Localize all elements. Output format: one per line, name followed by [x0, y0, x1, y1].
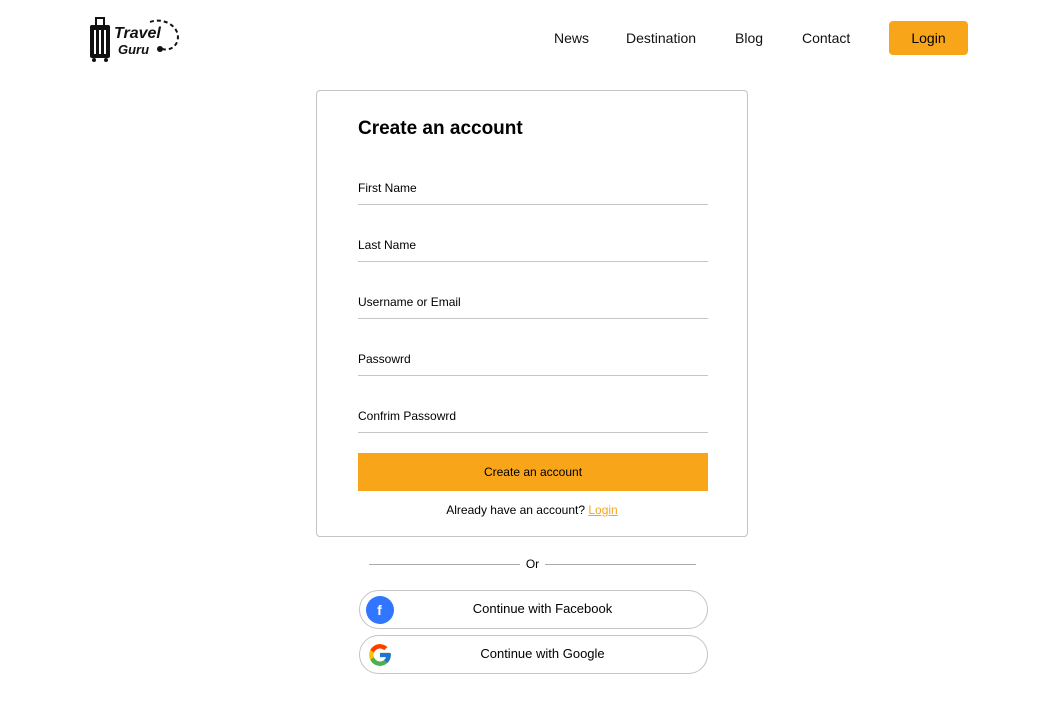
continue-with-google-button[interactable]: Continue with Google	[359, 635, 708, 674]
form-title: Create an account	[358, 118, 523, 139]
already-have-account-text: Already have an account?	[446, 503, 586, 517]
nav-contact[interactable]: Contact	[802, 29, 850, 47]
create-account-button[interactable]: Create an account	[358, 453, 708, 491]
divider-line-right	[545, 564, 696, 565]
nav-destination[interactable]: Destination	[626, 29, 696, 47]
first-name-field[interactable]: First Name	[358, 175, 708, 205]
confirm-password-field[interactable]: Confrim Passowrd	[358, 403, 708, 433]
logo-text-travel: Travel	[114, 25, 161, 42]
nav-blog[interactable]: Blog	[735, 29, 763, 47]
already-have-account: Already have an account? Login	[317, 503, 747, 517]
create-account-form: Create an account First Name Last Name U…	[316, 90, 748, 537]
first-name-placeholder: First Name	[358, 181, 417, 195]
password-placeholder: Passowrd	[358, 352, 411, 366]
last-name-field[interactable]: Last Name	[358, 232, 708, 262]
password-field[interactable]: Passowrd	[358, 346, 708, 376]
nav-news[interactable]: News	[554, 29, 589, 47]
continue-with-facebook-button[interactable]: f Continue with Facebook	[359, 590, 708, 629]
or-divider-text: Or	[525, 557, 540, 571]
username-email-field[interactable]: Username or Email	[358, 289, 708, 319]
google-button-label: Continue with Google	[480, 646, 605, 661]
last-name-placeholder: Last Name	[358, 238, 417, 252]
confirm-password-placeholder: Confrim Passowrd	[358, 409, 457, 423]
page: Travel Guru News Destination Blog Contac…	[0, 0, 1064, 706]
username-email-placeholder: Username or Email	[358, 295, 461, 309]
login-link[interactable]: Login	[588, 503, 617, 517]
logo-text-guru: Guru	[118, 42, 150, 57]
facebook-button-label: Continue with Facebook	[472, 601, 613, 616]
travel-guru-logo[interactable]: Travel Guru	[88, 16, 184, 64]
header-login-button[interactable]: Login	[889, 21, 968, 55]
divider-line-left	[369, 564, 520, 565]
